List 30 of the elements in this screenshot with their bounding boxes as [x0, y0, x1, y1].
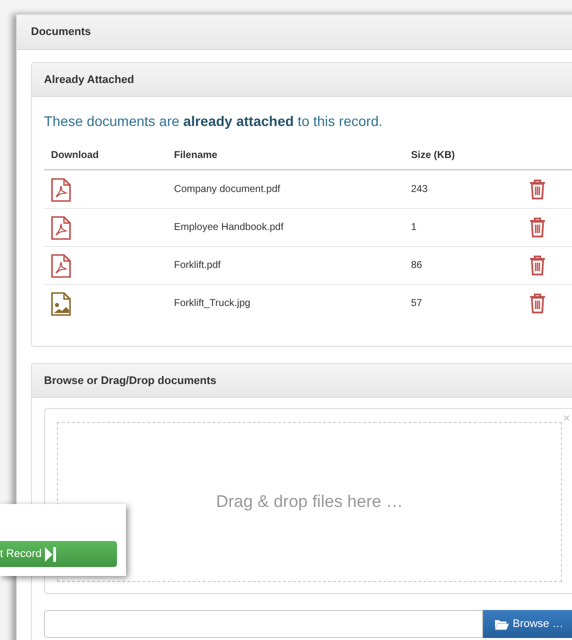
- file-input-field[interactable]: [44, 610, 483, 638]
- panel-title: Browse or Drag/Drop documents: [44, 374, 216, 386]
- filename-cell-text: Forklift.pdf: [174, 260, 222, 271]
- pdf-file-icon[interactable]: [51, 216, 71, 240]
- intro-text: These documents are already attached to this record.: [44, 113, 384, 129]
- browse-button[interactable]: Browse …: [483, 610, 572, 638]
- record-button[interactable]: t Record: [0, 541, 117, 567]
- delete-icon[interactable]: [529, 217, 546, 238]
- delete-icon[interactable]: [529, 293, 546, 314]
- filename-cell-text: Company document.pdf: [174, 184, 282, 195]
- image-file-icon[interactable]: [51, 292, 71, 316]
- close-button[interactable]: ×: [562, 411, 570, 425]
- size-cell-text: 57: [411, 298, 424, 309]
- column-header: Filename: [174, 150, 218, 160]
- delete-icon[interactable]: [529, 179, 546, 200]
- column-header: Download: [50, 150, 100, 160]
- panel-title: Already Attached: [44, 74, 134, 86]
- pdf-file-icon[interactable]: [51, 254, 71, 278]
- delete-icon[interactable]: [529, 255, 546, 276]
- folder-icon: [494, 618, 509, 630]
- panel-title: Documents: [31, 26, 91, 38]
- filename-cell-text: Employee Handbook.pdf: [174, 222, 285, 233]
- size-cell-text: 243: [411, 184, 429, 195]
- size-cell-text: 86: [411, 260, 424, 271]
- column-header: Size (KB): [411, 150, 456, 160]
- filename-cell-text: Forklift_Truck.jpg: [174, 298, 252, 309]
- pdf-file-icon[interactable]: [51, 178, 71, 202]
- skip-icon: [44, 546, 56, 562]
- size-cell-text: 1: [411, 222, 418, 233]
- drop-hint: Drag & drop files here …: [216, 492, 404, 512]
